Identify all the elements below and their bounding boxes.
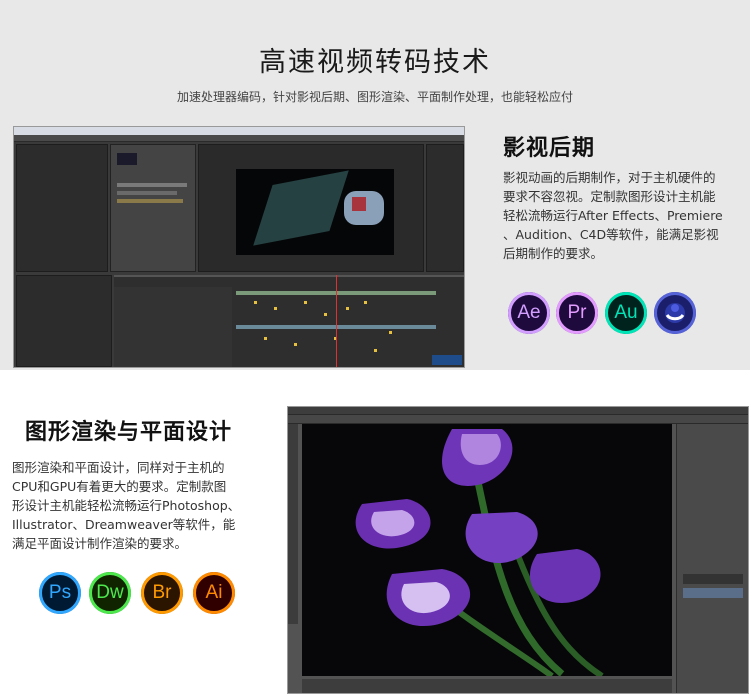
film-section-heading: 影视后期: [503, 136, 596, 161]
playhead: [336, 275, 337, 367]
watermark-badge: [432, 355, 462, 365]
composition-frame: [236, 169, 394, 255]
status-bar: [302, 679, 672, 693]
graphics-section-heading: 图形渲染与平面设计: [25, 420, 233, 445]
menu-bar: [288, 407, 748, 415]
page-subtitle: 加速处理器编码，针对影视后期、图形渲染、平面制作处理，也能轻松应付: [176, 90, 573, 104]
tool-bar: [288, 424, 298, 624]
dreamweaver-icon: Dw: [89, 572, 131, 614]
timeline-panel: [114, 275, 464, 367]
image-canvas: [302, 424, 672, 676]
after-effects-screenshot: [13, 126, 465, 368]
bridge-icon: Br: [141, 572, 183, 614]
menu-bar: [14, 135, 464, 142]
after-effects-icon: Ae: [508, 292, 550, 334]
premiere-icon: Pr: [556, 292, 598, 334]
options-bar: [288, 415, 748, 424]
window-titlebar: [14, 127, 464, 135]
photoshop-screenshot: [287, 406, 749, 694]
audition-icon: Au: [605, 292, 647, 334]
photoshop-icon: Ps: [39, 572, 81, 614]
effects-panel: [110, 144, 196, 272]
film-section-body: 影视动画的后期制作，对于主机硬件的 要求不容忽视。定制款图形设计主机能 轻松流畅…: [503, 170, 723, 261]
layers-panel: [676, 424, 748, 693]
cinema4d-icon: [654, 292, 696, 334]
project-panel: [16, 144, 108, 272]
info-panel: [426, 144, 464, 272]
layer-panel: [16, 275, 112, 367]
page-title: 高速视频转码技术: [259, 47, 491, 78]
graphics-section-body: 图形渲染和平面设计，同样对于主机的 CPU和GPU有着更大的要求。定制款图 形设…: [12, 460, 241, 551]
illustrator-icon: Ai: [193, 572, 235, 614]
